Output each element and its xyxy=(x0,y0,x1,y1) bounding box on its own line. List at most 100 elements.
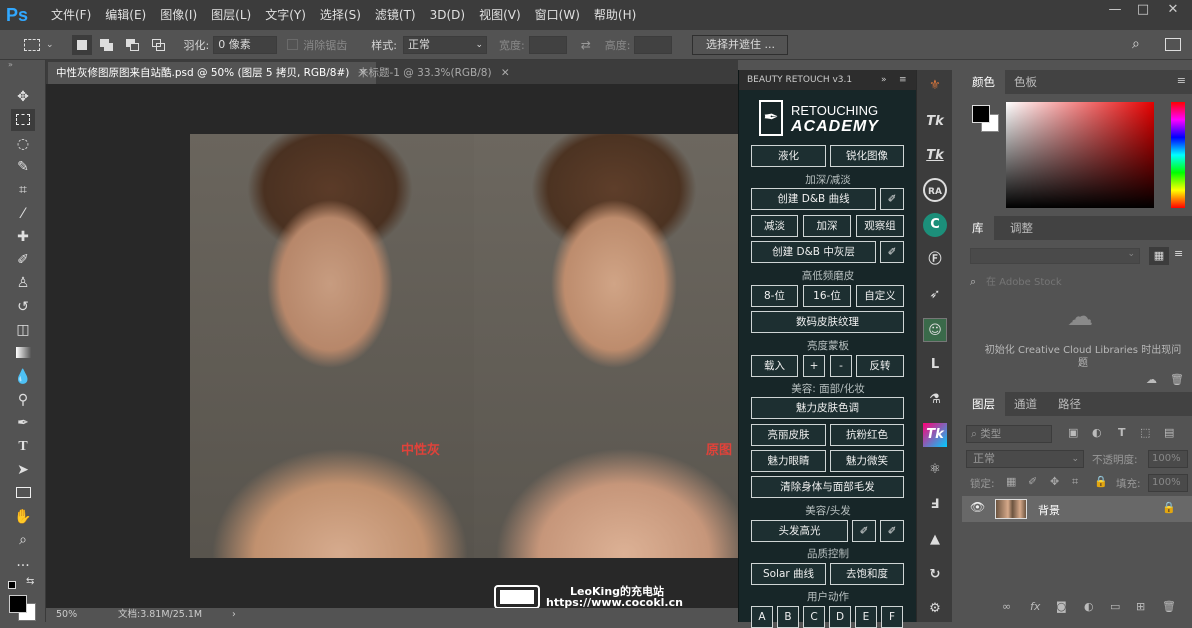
brush-icon[interactable]: ✐ xyxy=(880,188,904,210)
close-icon[interactable]: ✕ xyxy=(1158,0,1188,22)
fg-color-swatch[interactable] xyxy=(972,105,990,123)
fx-icon[interactable]: fx xyxy=(1030,600,1040,613)
zoom-tool-icon[interactable]: ⌕ xyxy=(11,529,35,551)
l-panel-icon[interactable]: L xyxy=(923,353,947,377)
lock-move-icon[interactable]: ✥ xyxy=(1050,475,1059,488)
link-layers-icon[interactable]: ∞ xyxy=(1002,600,1011,613)
lock-all-icon[interactable]: 🔒 xyxy=(1094,475,1108,488)
brush-1-icon[interactable]: ✐ xyxy=(852,520,876,542)
f-panel-icon[interactable]: Ⓕ xyxy=(923,248,947,272)
lock-artboard-icon[interactable]: ⌗ xyxy=(1072,475,1078,489)
close-icon[interactable]: ✕ xyxy=(501,67,510,79)
8bit-button[interactable]: 8-位 xyxy=(751,285,798,307)
new-selection-icon[interactable] xyxy=(71,34,92,55)
menu-type[interactable]: 文字(Y) xyxy=(258,0,313,30)
menu-window[interactable]: 窗口(W) xyxy=(528,0,587,30)
16bit-button[interactable]: 16-位 xyxy=(803,285,851,307)
dodge-tool-icon[interactable]: ⚲ xyxy=(11,389,35,411)
invert-button[interactable]: 反转 xyxy=(856,355,904,377)
tab-layers[interactable]: 图层 xyxy=(962,392,1005,416)
history-brush-tool-icon[interactable]: ↺ xyxy=(11,296,35,318)
library-select[interactable]: ⌄ xyxy=(970,248,1140,264)
style-select[interactable]: 正常 ⌄ xyxy=(402,35,487,54)
tab-adjustments[interactable]: 调整 xyxy=(1000,216,1043,240)
hair-highlight-button[interactable]: 头发高光 xyxy=(751,520,848,542)
feather-input[interactable]: 0 像素 xyxy=(213,35,278,54)
maximize-icon[interactable]: □ xyxy=(1128,0,1158,22)
menu-select[interactable]: 选择(S) xyxy=(313,0,368,30)
burn-button[interactable]: 加深 xyxy=(803,215,851,237)
brush-tool-icon[interactable]: ✐ xyxy=(11,249,35,271)
intersect-selection-icon[interactable] xyxy=(151,38,166,51)
trash-icon[interactable]: 🗑 xyxy=(1162,600,1176,613)
eyedropper-tool-icon[interactable]: ⁄ xyxy=(11,203,35,225)
plus-button[interactable]: + xyxy=(803,355,825,377)
list-view-icon[interactable]: ≡ xyxy=(1174,247,1183,260)
bright-skin-button[interactable]: 亮丽皮肤 xyxy=(751,424,826,446)
group-folder-icon[interactable]: ▭ xyxy=(1110,600,1120,613)
blur-tool-icon[interactable]: 💧 xyxy=(11,366,35,388)
user-action-c[interactable]: C xyxy=(803,606,825,628)
swap-colors-icon[interactable]: ⇆ xyxy=(26,576,34,587)
tab-paths[interactable]: 路径 xyxy=(1048,392,1091,416)
liquify-button[interactable]: 液化 xyxy=(751,145,826,167)
lock-paint-icon[interactable]: ✐ xyxy=(1028,475,1037,488)
menu-layer[interactable]: 图层(L) xyxy=(204,0,258,30)
beauty-retouch-icon[interactable]: ⚜ xyxy=(923,74,947,98)
menu-3d[interactable]: 3D(D) xyxy=(423,0,472,30)
eyes-button[interactable]: 魅力眼睛 xyxy=(751,450,826,472)
move-tool-icon[interactable]: ✥ xyxy=(11,86,35,108)
filter-type-icon[interactable]: T xyxy=(1118,426,1126,439)
lasso-tool-icon[interactable]: ◌ xyxy=(11,133,35,155)
menu-file[interactable]: 文件(F) xyxy=(44,0,98,30)
expand-icon[interactable]: » xyxy=(881,70,887,90)
path-select-tool-icon[interactable]: ➤ xyxy=(11,459,35,481)
antialias-checkbox[interactable] xyxy=(287,39,299,50)
skin-texture-button[interactable]: 数码皮肤纹理 xyxy=(751,311,904,333)
visibility-eye-icon[interactable]: 👁 xyxy=(970,500,985,514)
user-action-e[interactable]: E xyxy=(855,606,877,628)
tab-libraries[interactable]: 库 xyxy=(962,216,994,240)
preset-dropdown-icon[interactable]: ⌄ xyxy=(46,40,54,50)
menu-image[interactable]: 图像(I) xyxy=(153,0,204,30)
trash-icon[interactable]: 🗑 xyxy=(1170,373,1184,386)
select-and-mask-button[interactable]: 选择并遮住 ... xyxy=(692,34,789,55)
mountain-icon[interactable]: ▲ xyxy=(923,528,947,552)
swap-icon[interactable]: ⇄ xyxy=(581,38,591,52)
search-icon[interactable]: ⌕ xyxy=(1132,36,1140,52)
lock-transparent-icon[interactable]: ▦ xyxy=(1006,475,1016,488)
grid-view-icon[interactable]: ▦ xyxy=(1149,247,1169,265)
lu-panel-icon[interactable]: Ⅎ xyxy=(923,493,947,517)
healing-brush-tool-icon[interactable]: ✚ xyxy=(11,226,35,248)
blend-mode-select[interactable]: 正常 ⌄ xyxy=(966,450,1084,468)
hand-tool-icon[interactable]: ✋ xyxy=(11,506,35,528)
db-curves-button[interactable]: 创建 D&B 曲线 xyxy=(751,188,876,210)
foreground-color-swatch[interactable] xyxy=(9,595,27,613)
atom-icon[interactable]: ⚛ xyxy=(923,458,947,482)
type-tool-icon[interactable]: T xyxy=(11,436,35,458)
tk-panel-icon[interactable]: Tk xyxy=(923,110,947,134)
doc-tab-inactive[interactable]: 未标题-1 @ 33.3%(RGB/8) ✕ xyxy=(350,62,518,84)
user-action-a[interactable]: A xyxy=(751,606,773,628)
subtract-selection-icon[interactable] xyxy=(125,38,140,51)
new-layer-icon[interactable]: ⊞ xyxy=(1136,600,1145,613)
gear-icon[interactable]: ⚙ xyxy=(923,597,947,621)
refresh-icon[interactable]: ↻ xyxy=(923,563,947,587)
smile-button[interactable]: 魅力微笑 xyxy=(830,450,904,472)
stamp-tool-icon[interactable]: ♙ xyxy=(11,272,35,294)
library-search-input[interactable] xyxy=(986,274,1182,290)
color-picker-field[interactable] xyxy=(1006,102,1154,208)
user-action-b[interactable]: B xyxy=(777,606,799,628)
filter-shape-icon[interactable]: ⬚ xyxy=(1140,426,1150,439)
height-input[interactable] xyxy=(634,35,673,54)
width-input[interactable] xyxy=(528,35,567,54)
panel-menu-icon[interactable]: ≡ xyxy=(1177,74,1186,87)
workspace-icon[interactable] xyxy=(1165,38,1181,51)
eraser-tool-icon[interactable]: ◫ xyxy=(11,319,35,341)
more-tools-icon[interactable]: ··· xyxy=(11,555,35,577)
menu-view[interactable]: 视图(V) xyxy=(472,0,528,30)
tk-panel-2-icon[interactable]: Tk xyxy=(923,144,947,168)
fill-input[interactable]: 100% xyxy=(1148,474,1188,492)
menu-filter[interactable]: 滤镜(T) xyxy=(368,0,423,30)
observe-button[interactable]: 观察组 xyxy=(856,215,904,237)
